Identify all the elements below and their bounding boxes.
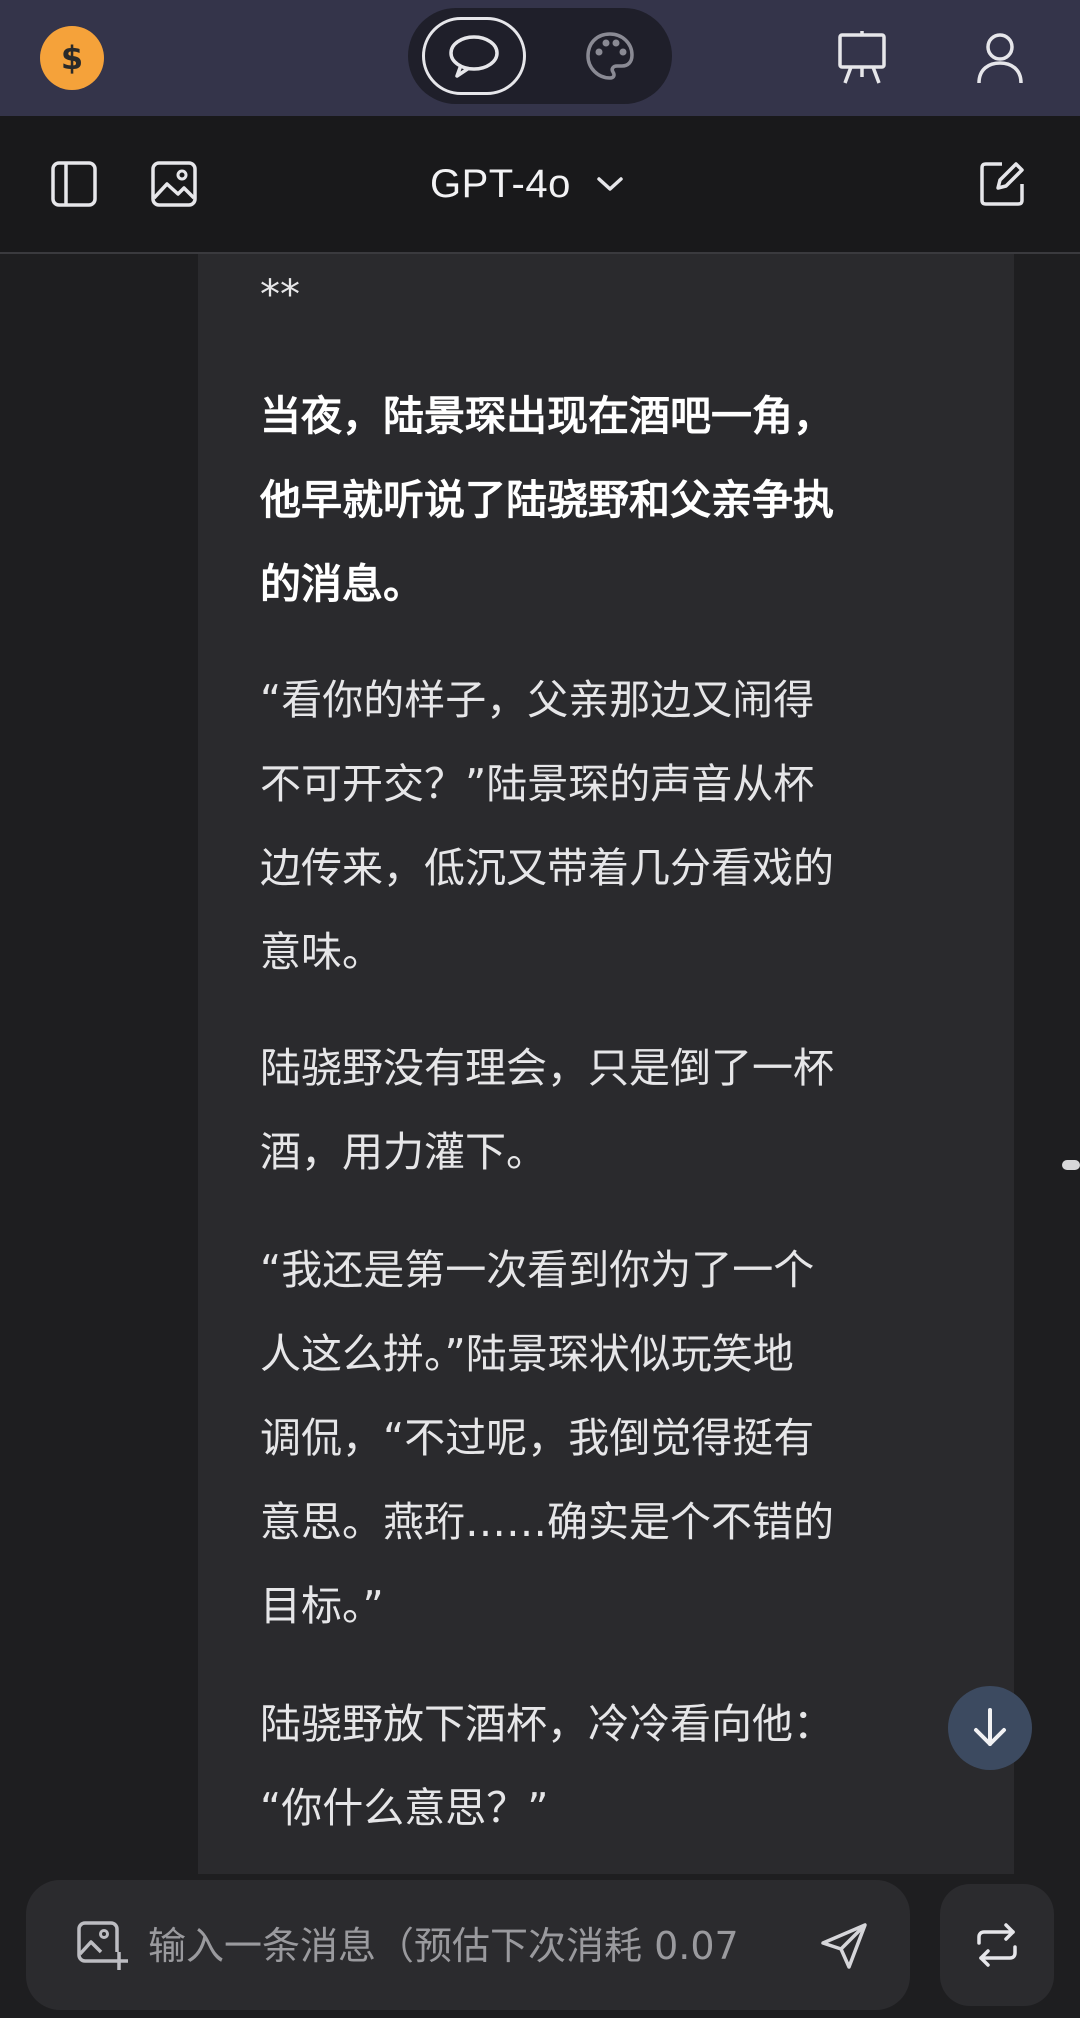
message-paragraph: 陆骁野放下酒杯，冷冷看向他： “你什么意思？” <box>260 1700 834 1832</box>
message-paragraph: “我还是第一次看到你为了一个 人这么拼。”陆景琛状似玩笑地 调侃，“不过呢，我倒… <box>260 1246 834 1630</box>
message-paragraph: 陆骁野没有理会，只是倒了一杯 酒，用力灌下。 <box>260 1044 834 1176</box>
arrow-down-icon <box>974 1708 1006 1746</box>
message-paragraph: 当夜，陆景琛出现在酒吧一角， 他早就听说了陆骁野和父亲争执 的消息。 <box>260 392 834 608</box>
message-composer <box>26 1880 910 2010</box>
top-bar: $ <box>0 0 1080 116</box>
paint-mode-button[interactable] <box>558 17 662 95</box>
model-name: GPT-4o <box>430 161 571 206</box>
sidebar-icon[interactable] <box>46 156 102 212</box>
message-input[interactable] <box>146 1915 830 1977</box>
send-icon <box>821 1923 867 1969</box>
dollar-coin-icon[interactable]: $ <box>40 26 104 90</box>
model-selector[interactable]: GPT-4o <box>430 152 625 216</box>
chat-bubble-icon <box>449 35 499 78</box>
send-button[interactable] <box>816 1918 872 1974</box>
mode-switch <box>408 8 672 104</box>
user-icon[interactable] <box>968 26 1032 90</box>
chat-mode-button[interactable] <box>422 17 526 95</box>
image-icon[interactable] <box>146 156 202 212</box>
regenerate-button[interactable] <box>940 1884 1054 2006</box>
scrollbar-thumb[interactable] <box>1062 1160 1080 1170</box>
palette-icon <box>586 32 634 80</box>
add-image-icon[interactable] <box>76 1918 130 1972</box>
chat-content: ** 当夜，陆景琛出现在酒吧一角， 他早就听说了陆骁野和父亲争执 的消息。 “看… <box>0 254 1080 1874</box>
repeat-icon <box>977 1923 1017 1967</box>
easel-icon[interactable] <box>830 26 894 90</box>
chat-toolbar: GPT-4o <box>0 116 1080 254</box>
markdown-stars: ** <box>260 272 300 318</box>
svg-text:$: $ <box>61 39 83 77</box>
new-chat-icon[interactable] <box>974 156 1030 212</box>
scroll-to-bottom-button[interactable] <box>948 1686 1032 1770</box>
message-paragraph: “看你的样子，父亲那边又闹得 不可开交？”陆景琛的声音从杯 边传来，低沉又带着几… <box>260 676 834 976</box>
chevron-down-icon <box>597 177 623 191</box>
